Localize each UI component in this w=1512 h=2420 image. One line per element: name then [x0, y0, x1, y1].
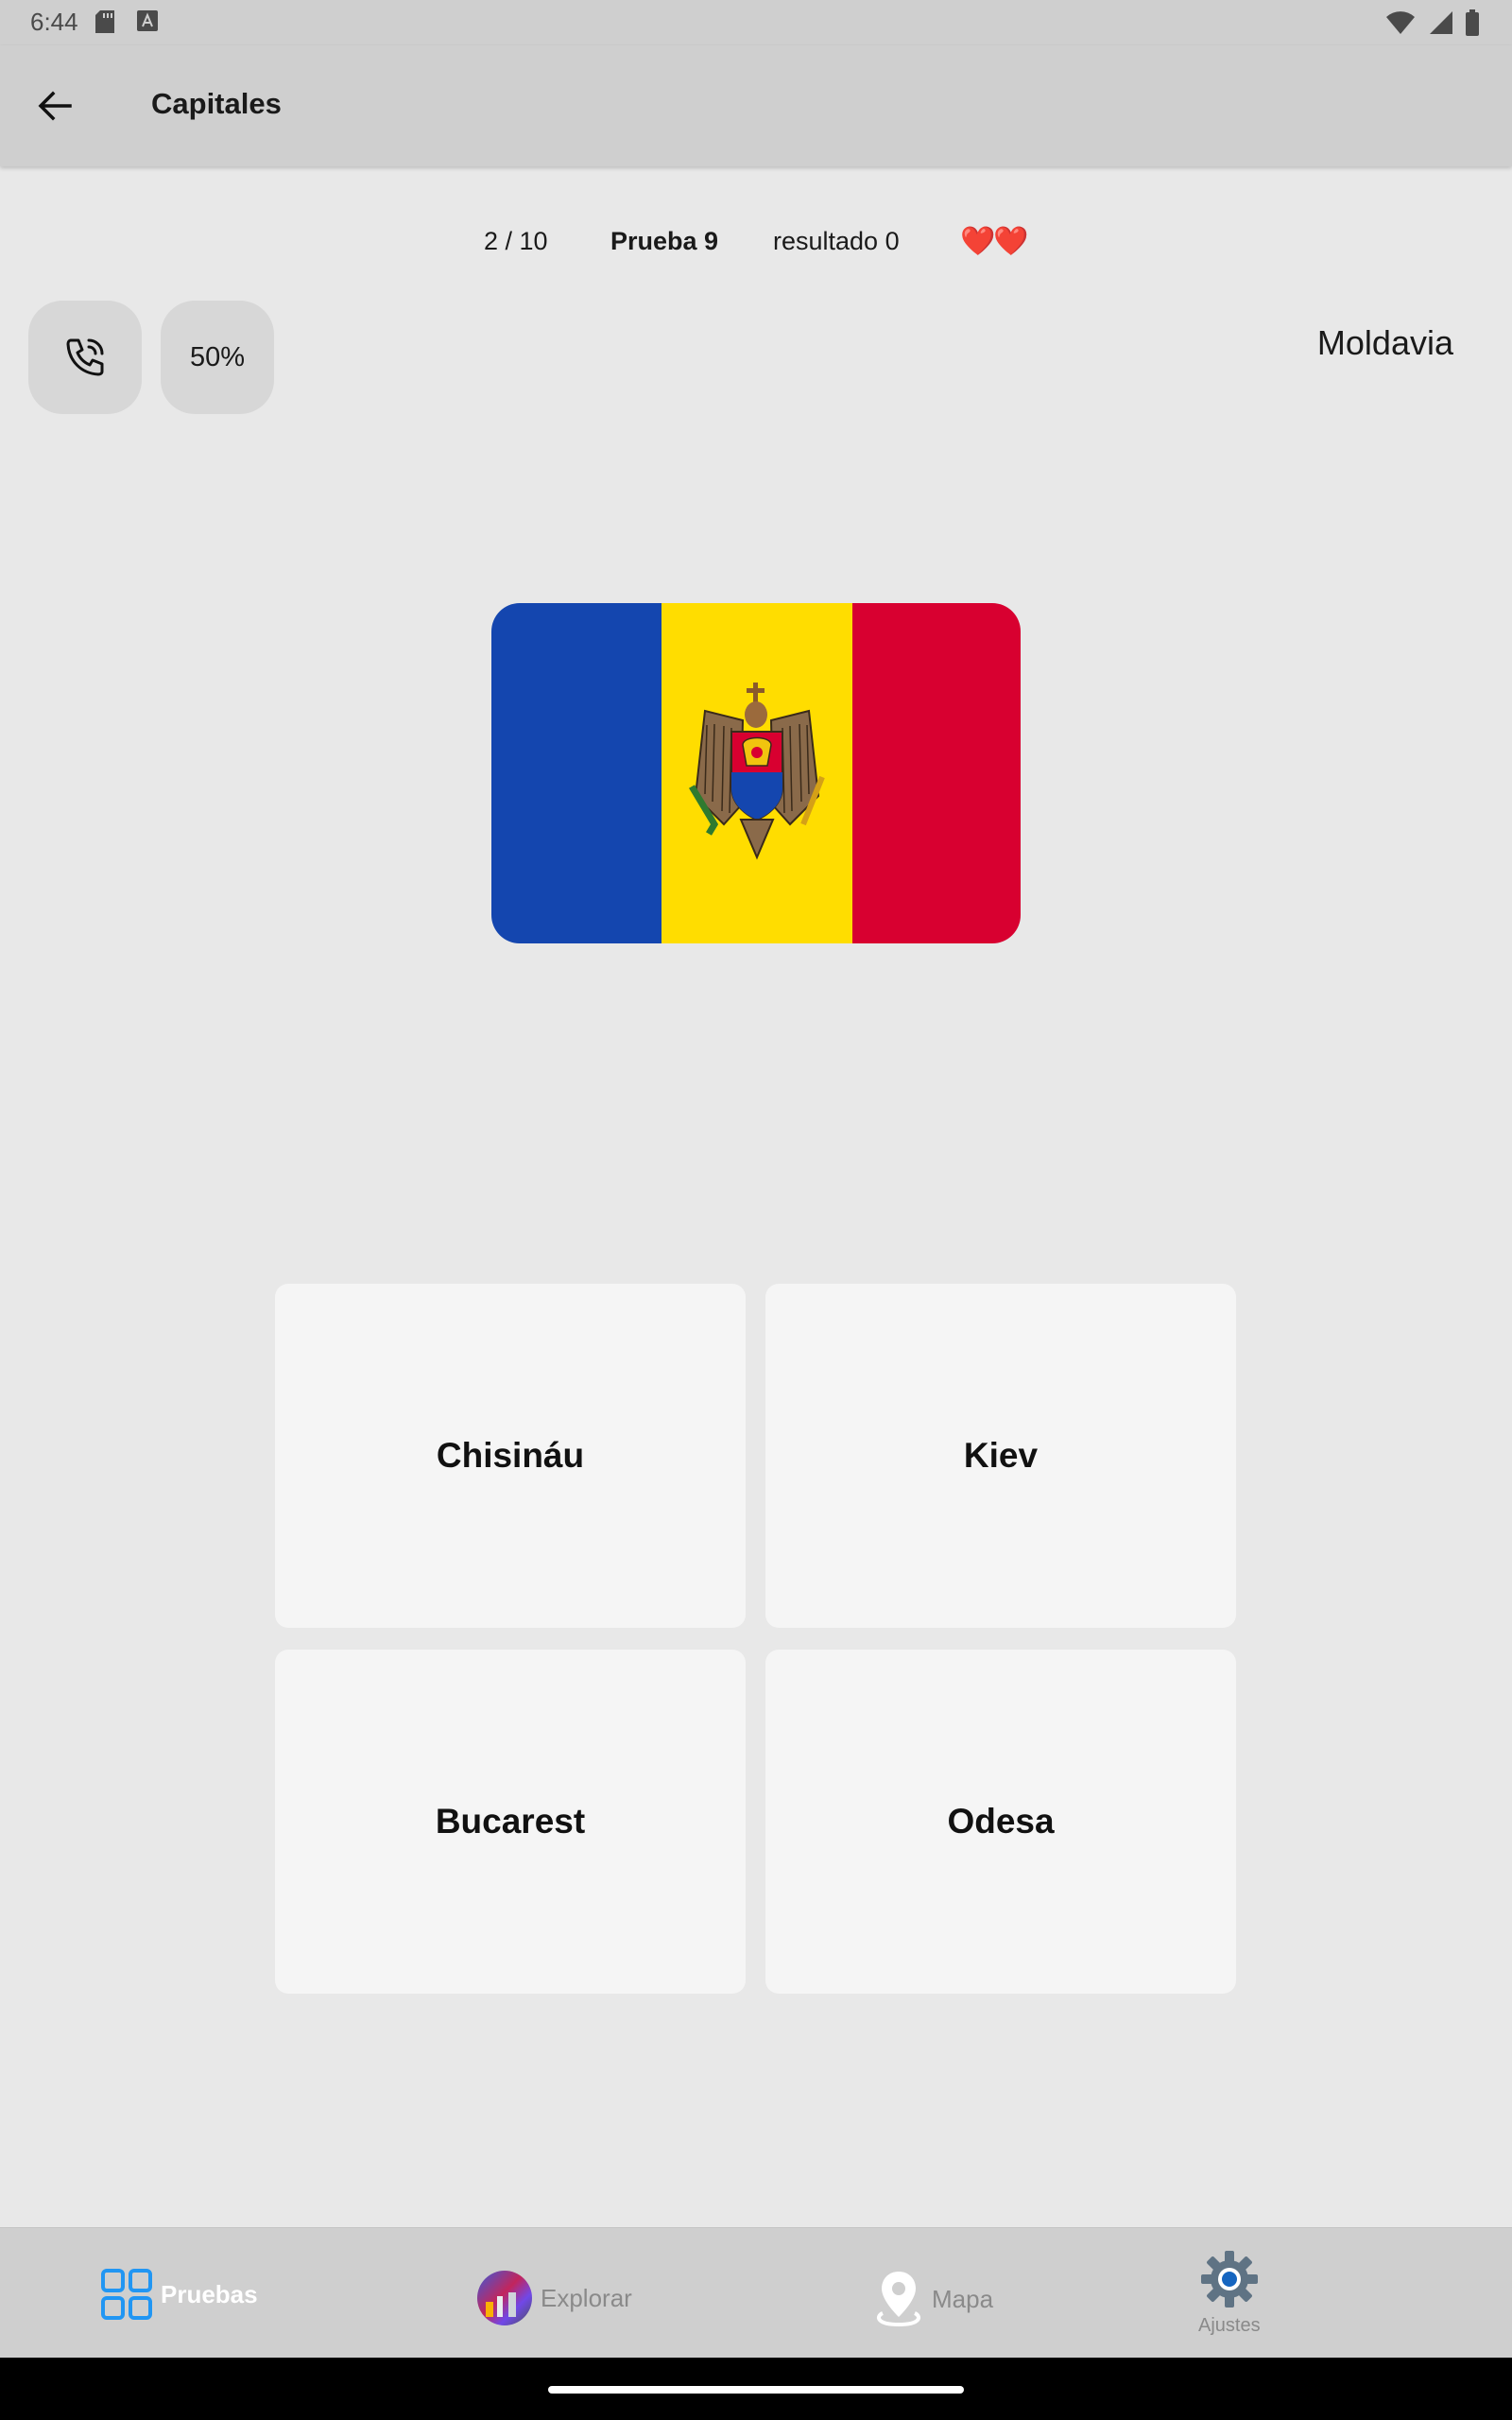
- answer-option-2[interactable]: Kiev: [765, 1284, 1236, 1628]
- call-hint-button[interactable]: [28, 301, 142, 414]
- globe-icon: [477, 2271, 532, 2325]
- battery-icon: [1466, 9, 1479, 36]
- map-pin-icon: [877, 2272, 920, 2327]
- app-bar: Capitales: [0, 45, 1512, 166]
- answer-option-1[interactable]: Chisináu: [275, 1284, 746, 1628]
- answer-option-3[interactable]: Bucarest: [275, 1650, 746, 1994]
- fifty-fifty-button[interactable]: 50%: [161, 301, 274, 414]
- home-indicator[interactable]: [548, 2386, 964, 2394]
- back-button[interactable]: [26, 78, 83, 134]
- nav-item-ajustes[interactable]: Ajustes: [1198, 2249, 1261, 2337]
- country-name: Moldavia: [1316, 323, 1453, 362]
- lives-hearts: ❤️❤️: [960, 226, 1029, 257]
- nav-item-explorar[interactable]: Explorar: [476, 2270, 632, 2326]
- flag-band-yellow: [662, 603, 852, 943]
- gesture-bar: [0, 2358, 1512, 2420]
- keyboard-icon: [137, 10, 158, 31]
- coat-of-arms-icon: [688, 683, 825, 860]
- signal-icon: [1430, 11, 1452, 34]
- question-progress: 2 / 10: [484, 227, 548, 255]
- grid-icon: [101, 2269, 152, 2320]
- answer-option-4[interactable]: Odesa: [765, 1650, 1236, 1994]
- page-title: Capitales: [151, 87, 282, 120]
- flag-band-red: [852, 603, 1021, 943]
- arrow-left-icon: [38, 91, 72, 121]
- phone-call-icon: [66, 338, 104, 376]
- nav-label-mapa: Mapa: [932, 2284, 994, 2313]
- bottom-nav: Pruebas Explorar Mapa Ajustes: [0, 2227, 1512, 2359]
- flag-moldova: [491, 603, 1021, 943]
- gear-icon: [1200, 2251, 1258, 2308]
- status-time: 6:44: [30, 8, 78, 36]
- nav-label-explorar: Explorar: [541, 2283, 632, 2312]
- wifi-icon: [1386, 11, 1415, 34]
- test-label: Prueba 9: [610, 227, 719, 255]
- nav-label-pruebas: Pruebas: [161, 2279, 258, 2308]
- nav-item-mapa[interactable]: Mapa: [873, 2270, 993, 2328]
- sd-card-icon: [95, 10, 114, 33]
- quiz-stats: 2 / 10 Prueba 9 resultado 0 ❤️❤️: [0, 226, 1512, 265]
- status-bar: 6:44: [0, 0, 1512, 45]
- nav-label-ajustes: Ajustes: [1198, 2315, 1261, 2336]
- flag-band-blue: [491, 603, 662, 943]
- score-label: resultado 0: [773, 227, 900, 255]
- nav-item-pruebas[interactable]: Pruebas: [100, 2268, 258, 2321]
